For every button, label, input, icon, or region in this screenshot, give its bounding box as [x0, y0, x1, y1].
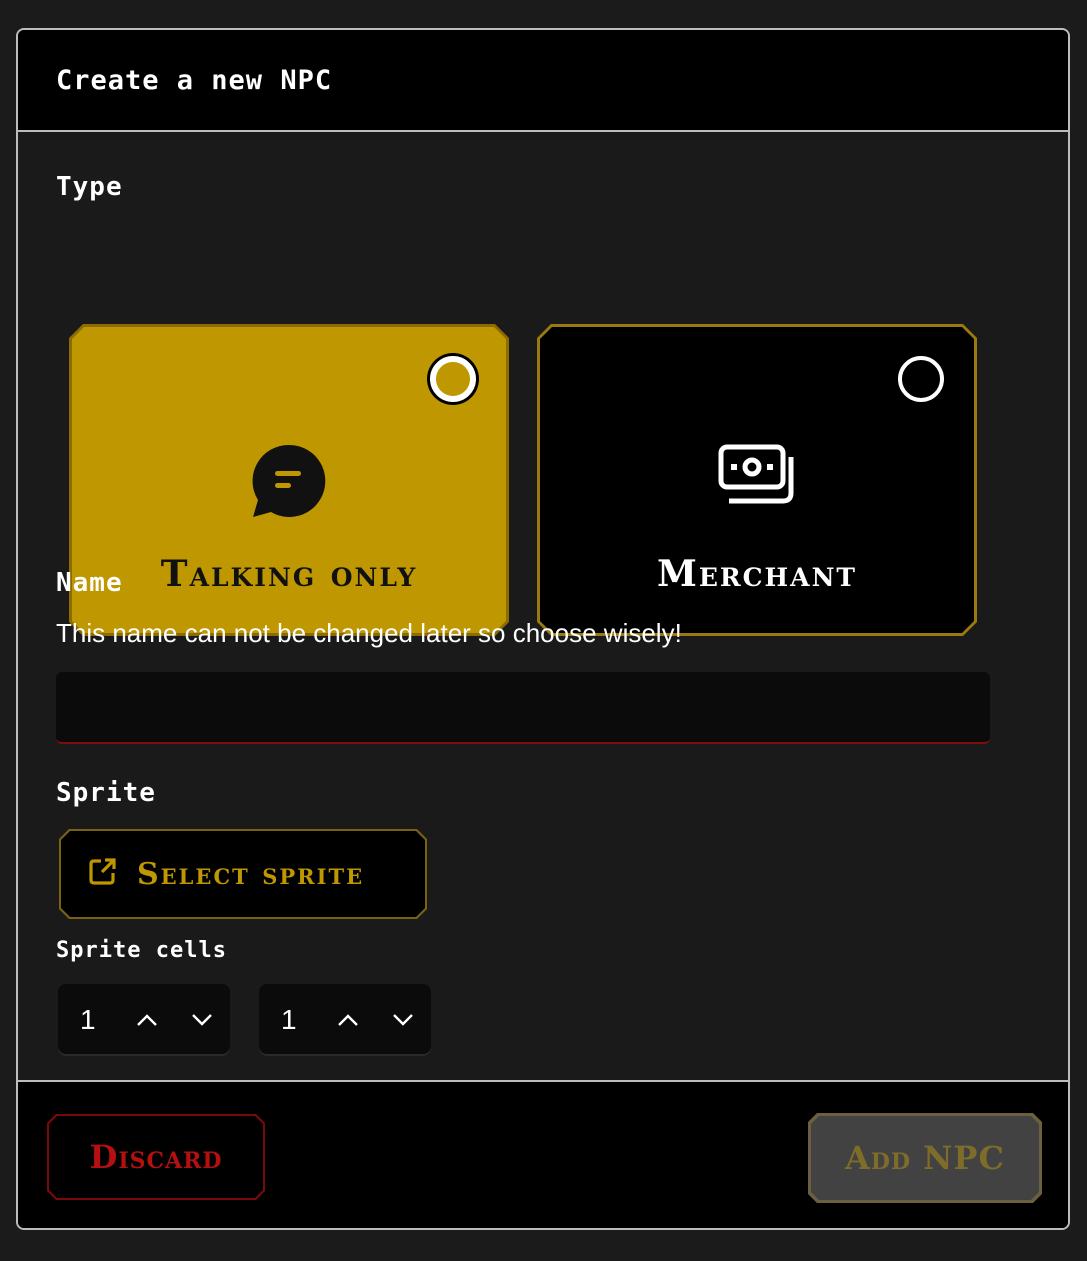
type-option-talking-only[interactable]: Talking only	[69, 324, 509, 636]
chevron-down-icon[interactable]	[376, 1000, 431, 1040]
chevron-up-icon[interactable]	[119, 1000, 174, 1040]
sprite-label: Sprite	[56, 778, 156, 808]
name-input[interactable]	[56, 672, 990, 744]
discard-button[interactable]: Discard	[47, 1114, 265, 1200]
dialog-footer: Discard Add NPC	[18, 1080, 1068, 1228]
money-icon	[717, 443, 797, 511]
type-option-merchant[interactable]: Merchant	[537, 324, 977, 636]
sprite-cells-y-stepper[interactable]: 1	[259, 984, 431, 1056]
radio-unselected-icon[interactable]	[898, 356, 944, 402]
add-npc-button[interactable]: Add NPC	[808, 1113, 1042, 1203]
dialog-header: Create a new NPC	[18, 30, 1068, 132]
radio-selected-icon[interactable]	[430, 356, 476, 402]
chevron-up-icon[interactable]	[320, 1000, 375, 1040]
discard-label: Discard	[89, 1138, 223, 1176]
create-npc-dialog: Create a new NPC Type Talking only Merch…	[16, 28, 1070, 1230]
add-npc-label: Add NPC	[845, 1139, 1005, 1177]
sprite-cells-label: Sprite cells	[56, 938, 227, 963]
dialog-body: Type Talking only Merchant Name This nam…	[18, 132, 1068, 1080]
stepper-value: 1	[80, 1004, 96, 1035]
chat-bubble-icon	[249, 443, 329, 525]
name-label: Name	[56, 568, 123, 598]
type-option-label: Merchant	[656, 553, 858, 595]
dialog-title: Create a new NPC	[56, 64, 333, 96]
sprite-cells-x-stepper[interactable]: 1	[58, 984, 230, 1056]
external-link-icon	[87, 857, 117, 891]
chevron-down-icon[interactable]	[175, 1000, 230, 1040]
type-label: Type	[56, 172, 123, 202]
stepper-value: 1	[281, 1004, 297, 1035]
select-sprite-label: Select sprite	[137, 856, 365, 892]
name-description: This name can not be changed later so ch…	[56, 618, 682, 648]
type-option-label: Talking only	[160, 553, 418, 595]
select-sprite-button[interactable]: Select sprite	[59, 829, 427, 919]
